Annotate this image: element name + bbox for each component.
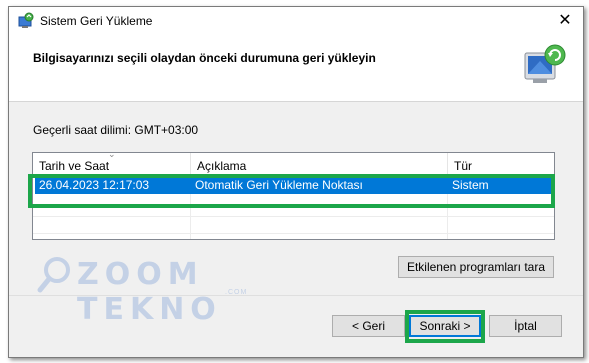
- back-button[interactable]: < Geri: [332, 315, 405, 337]
- scan-affected-programs-button[interactable]: Etkilenen programları tara: [398, 256, 554, 278]
- computer-restore-icon: [524, 44, 566, 83]
- column-header-type[interactable]: Tür: [448, 153, 554, 174]
- column-header-date[interactable]: Tarih ve Saat: [33, 153, 190, 174]
- grid-line: [33, 216, 554, 217]
- footer-divider: [9, 295, 583, 296]
- window-title: Sistem Geri Yükleme: [40, 14, 153, 28]
- next-highlight-box: [405, 310, 485, 343]
- title-bar: Sistem Geri Yükleme ✕: [9, 7, 583, 35]
- row-highlight-box: [28, 174, 555, 208]
- cancel-button[interactable]: İptal: [489, 315, 562, 337]
- list-header: ⌄ Tarih ve Saat Açıklama Tür: [33, 149, 554, 175]
- close-button[interactable]: ✕: [553, 10, 577, 32]
- system-restore-dialog: Sistem Geri Yükleme ✕ Bilgisayarınızı se…: [8, 6, 584, 358]
- magnifier-icon: [37, 257, 70, 293]
- column-header-description[interactable]: Açıklama: [191, 153, 447, 174]
- watermark: ZOOM TEKNO .COM: [37, 253, 277, 327]
- system-restore-icon: [18, 12, 34, 28]
- header-title: Bilgisayarınızı seçili olaydan önceki du…: [33, 51, 376, 65]
- header-panel: Bilgisayarınızı seçili olaydan önceki du…: [9, 35, 583, 102]
- grid-line: [33, 233, 554, 234]
- close-icon: ✕: [558, 12, 572, 29]
- timezone-label: Geçerli saat dilimi: GMT+03:00: [33, 123, 199, 137]
